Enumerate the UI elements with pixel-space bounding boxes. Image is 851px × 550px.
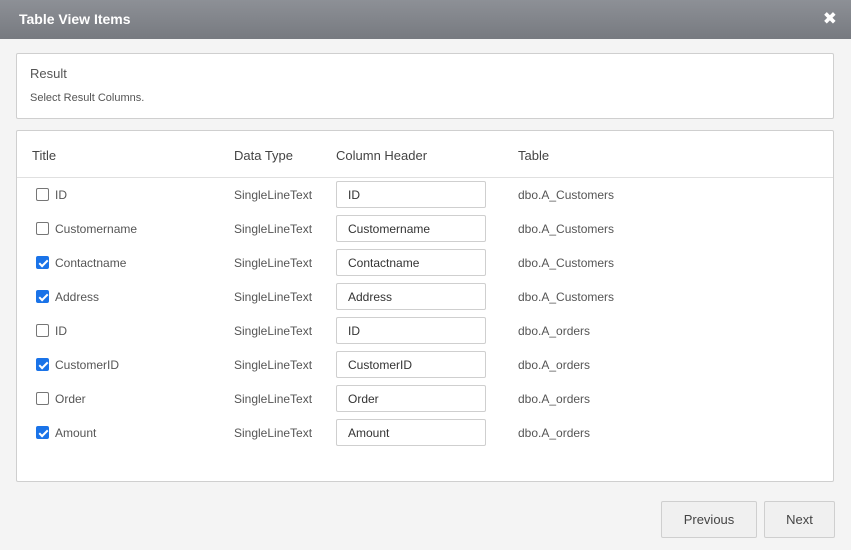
row-data-type: SingleLineText (234, 358, 313, 372)
row-checkbox[interactable] (36, 426, 49, 439)
row-checkbox[interactable] (36, 188, 49, 201)
table-row: Amount SingleLineText dbo.A_orders (17, 416, 833, 450)
row-data-type: SingleLineText (234, 324, 313, 338)
row-title: ID (55, 324, 67, 338)
row-checkbox[interactable] (36, 324, 49, 337)
column-header-input[interactable] (336, 249, 486, 276)
table-row: Customername SingleLineText dbo.A_Customer… (17, 212, 833, 246)
row-checkbox[interactable] (36, 222, 49, 235)
row-data-type: SingleLineText (234, 222, 313, 236)
columns-table: Title Data Type Column Header Table ID Si… (16, 130, 834, 482)
column-header-input[interactable] (336, 419, 486, 446)
table-row: ID SingleLineText dbo.A_orders (17, 314, 833, 348)
row-checkbox[interactable] (36, 358, 49, 371)
result-heading: Result (30, 66, 67, 81)
dialog-title: Table View Items (19, 11, 131, 27)
close-icon[interactable]: ✖ (823, 9, 837, 29)
result-description: Select Result Columns. (30, 92, 145, 104)
dialog-titlebar: Table View Items ✖ (0, 0, 851, 39)
row-table: dbo.A_Customers (518, 222, 615, 236)
column-header-input[interactable] (336, 283, 486, 310)
row-title: Customername (55, 222, 138, 236)
row-title: Order (55, 392, 86, 406)
column-header-input[interactable] (336, 385, 486, 412)
row-data-type: SingleLineText (234, 188, 313, 202)
next-button[interactable]: Next (764, 501, 835, 538)
row-data-type: SingleLineText (234, 426, 313, 440)
column-header-input[interactable] (336, 351, 486, 378)
row-title: Contactname (55, 256, 127, 270)
row-title: Amount (55, 426, 97, 440)
row-table: dbo.A_orders (518, 358, 591, 372)
table-header: Title Data Type Column Header Table (17, 131, 833, 178)
row-checkbox[interactable] (36, 392, 49, 405)
header-table: Table (518, 148, 550, 163)
table-row: ID SingleLineText dbo.A_Customers (17, 178, 833, 212)
row-data-type: SingleLineText (234, 256, 313, 270)
row-table: dbo.A_orders (518, 426, 591, 440)
row-data-type: SingleLineText (234, 290, 313, 304)
header-column-header: Column Header (336, 148, 428, 163)
row-title: Address (55, 290, 100, 304)
row-title: ID (55, 188, 67, 202)
row-table: dbo.A_Customers (518, 290, 615, 304)
row-table: dbo.A_Customers (518, 256, 615, 270)
row-table: dbo.A_orders (518, 324, 591, 338)
result-panel: Result Select Result Columns. (16, 53, 834, 119)
column-header-input[interactable] (336, 181, 486, 208)
table-row: Order SingleLineText dbo.A_orders (17, 382, 833, 416)
column-header-input[interactable] (336, 215, 486, 242)
row-checkbox[interactable] (36, 290, 49, 303)
header-data-type: Data Type (234, 148, 294, 163)
table-row: CustomerID SingleLineText dbo.A_orders (17, 348, 833, 382)
table-row: Address SingleLineText dbo.A_Customers (17, 280, 833, 314)
row-checkbox[interactable] (36, 256, 49, 269)
row-table: dbo.A_Customers (518, 188, 615, 202)
row-title: CustomerID (55, 358, 120, 372)
row-data-type: SingleLineText (234, 392, 313, 406)
column-header-input[interactable] (336, 317, 486, 344)
previous-button[interactable]: Previous (661, 501, 757, 538)
header-title: Title (32, 148, 57, 163)
row-table: dbo.A_orders (518, 392, 591, 406)
table-row: Contactname SingleLineText dbo.A_Customers (17, 246, 833, 280)
